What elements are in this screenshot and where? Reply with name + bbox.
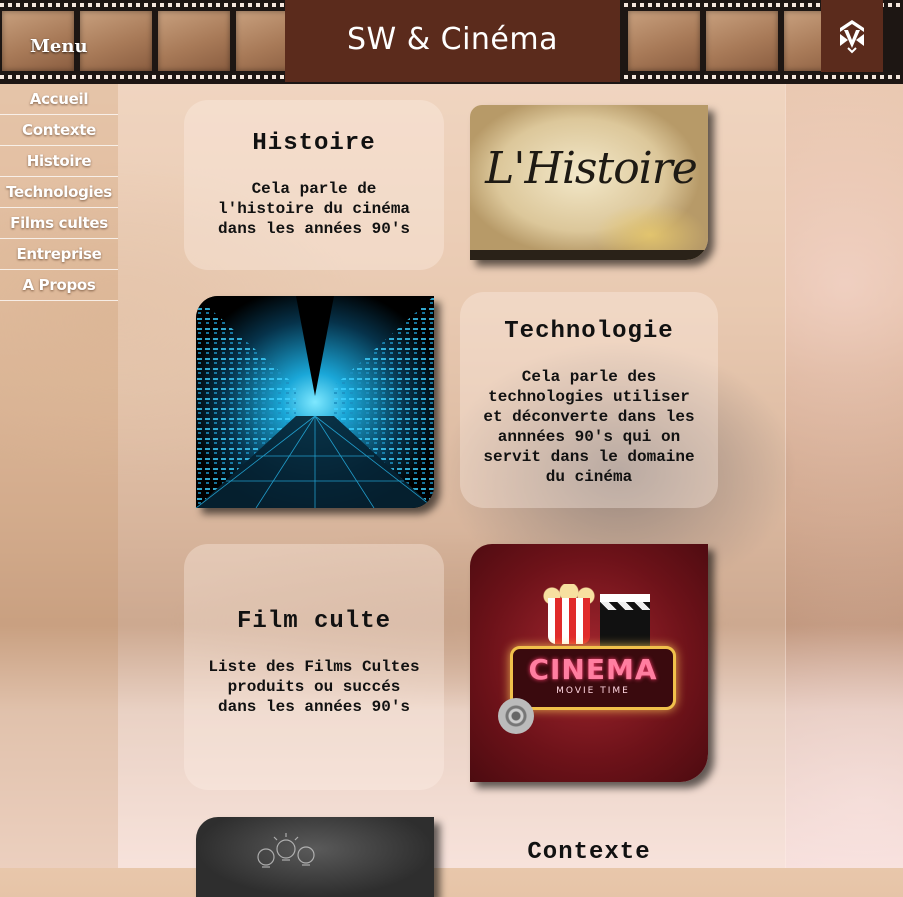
cinema-sign-subtext: MOVIE TIME [556,686,630,696]
card-description: Liste des Films Cultes produits ou succé… [208,658,420,716]
background-bokeh [785,84,903,868]
nav-item-histoire[interactable]: Histoire [0,146,118,177]
main-content: Histoire Cela parle de l'histoire du cin… [118,84,786,897]
card-title: Contexte [527,839,651,866]
popcorn-bucket-icon [548,598,590,644]
card-technologie-text: Technologie Cela parle des technologies … [460,292,718,508]
film-reel-icon [498,698,534,734]
card-histoire-text: Histoire Cela parle de l'histoire du cin… [184,100,444,270]
nav-item-accueil[interactable]: Accueil [0,84,118,115]
nav-item-films-cultes[interactable]: Films cultes [0,208,118,239]
card-title: Technologie [504,318,674,345]
film-frame [628,11,700,71]
card-title: Histoire [252,130,376,157]
image-edge [470,250,708,260]
film-frame [706,11,778,71]
film-frame [158,11,230,71]
menu-label[interactable]: Menu [30,36,88,57]
card-description: Cela parle de l'histoire du cinéma dans … [217,180,411,238]
logo-link[interactable] [821,0,883,72]
lightbulb-sketch-graphic [257,833,315,868]
histoire-image[interactable]: L'Histoire [470,105,708,260]
film-frame [80,11,152,71]
clapperboard-icon [600,594,650,646]
contexte-image[interactable] [196,817,434,897]
histoire-image-text: L'Histoire [485,143,698,194]
card-film-culte-text: Film culte Liste des Films Cultes produi… [184,544,444,790]
side-navigation: Accueil Contexte Histoire Technologies F… [0,84,118,868]
cinema-sign: CINEMA MOVIE TIME [510,646,676,710]
site-title: SW & Cinéma [346,21,559,57]
technologie-image[interactable] [196,296,434,508]
matrix-tunnel-graphic [196,296,434,508]
shield-logo-icon [840,20,864,54]
nav-item-contexte[interactable]: Contexte [0,115,118,146]
nav-item-a-propos[interactable]: A Propos [0,270,118,301]
header-filmstrip: Menu SW & Cinéma [0,0,903,84]
cinema-sign-text: CINEMA [528,653,658,686]
nav-item-entreprise[interactable]: Entreprise [0,239,118,270]
card-title: Film culte [236,608,392,635]
film-culte-image[interactable]: CINEMA MOVIE TIME [470,544,708,782]
nav-item-technologies[interactable]: Technologies [0,177,118,208]
title-banner: SW & Cinéma [285,0,620,82]
card-contexte-text: Contexte [460,817,718,877]
card-description: Cela parle des technologies utiliser et … [483,368,695,486]
